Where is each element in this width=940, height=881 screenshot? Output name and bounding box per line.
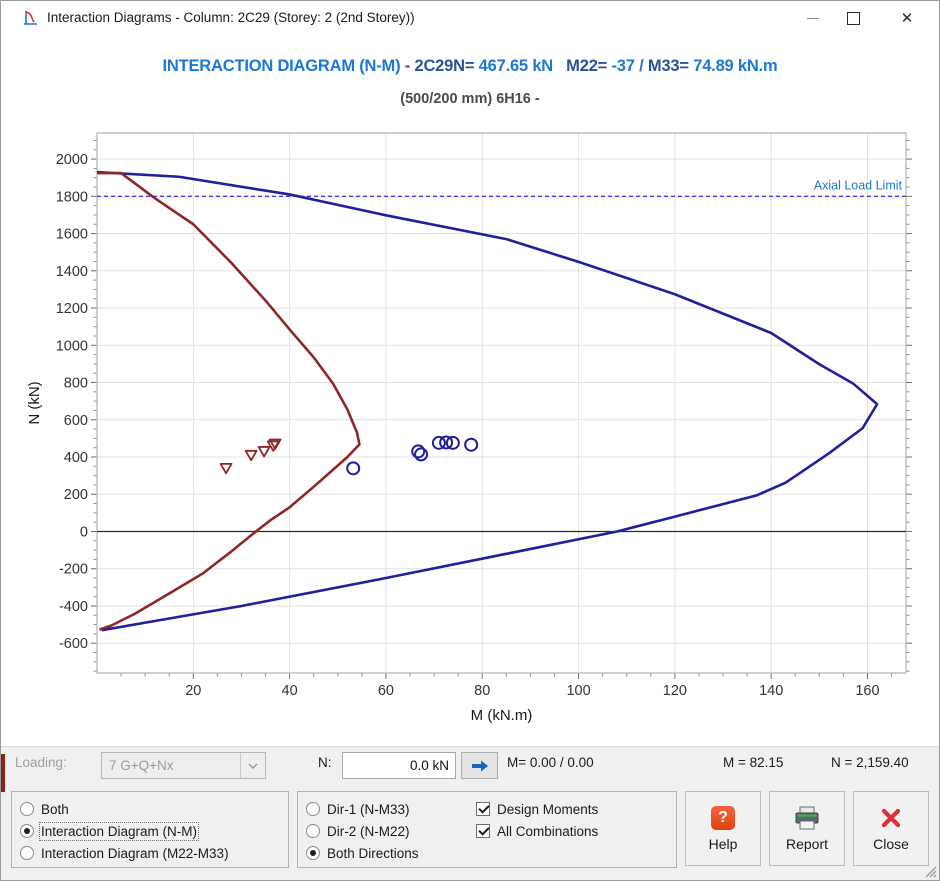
radio-both-directions[interactable]: Both Directions bbox=[306, 843, 419, 863]
radio-dir1[interactable]: Dir-1 (N-M33) bbox=[306, 799, 410, 819]
radio-interaction-m22-m33[interactable]: Interaction Diagram (M22-M33) bbox=[20, 843, 229, 863]
svg-text:20: 20 bbox=[185, 683, 201, 699]
svg-text:60: 60 bbox=[378, 683, 394, 699]
radio-icon bbox=[306, 802, 320, 816]
radio-icon bbox=[306, 846, 320, 860]
printer-icon bbox=[794, 806, 820, 830]
svg-text:40: 40 bbox=[282, 683, 298, 699]
svg-text:2000: 2000 bbox=[56, 152, 88, 168]
svg-text:160: 160 bbox=[855, 683, 879, 699]
radio-label: Interaction Diagram (N-M) bbox=[41, 824, 197, 839]
arrow-right-icon bbox=[471, 759, 489, 773]
radio-label: Interaction Diagram (M22-M33) bbox=[41, 846, 229, 861]
direction-group: Dir-1 (N-M33) Dir-2 (N-M22) Both Directi… bbox=[297, 791, 677, 868]
radio-icon bbox=[20, 846, 34, 860]
checkbox-label: Design Moments bbox=[497, 802, 598, 817]
checkbox-label: All Combinations bbox=[497, 824, 598, 839]
interaction-diagram-chart: 20 40 60 80 100 120 140 160 -600 -400 -200 0 200 400 6… bbox=[1, 1, 940, 746]
radio-label: Dir-1 (N-M33) bbox=[327, 802, 410, 817]
svg-text:80: 80 bbox=[474, 683, 490, 699]
svg-text:1800: 1800 bbox=[56, 189, 88, 205]
svg-text:-200: -200 bbox=[59, 562, 88, 578]
svg-text:Axial Load Limit: Axial Load Limit bbox=[814, 178, 903, 192]
radio-icon bbox=[306, 824, 320, 838]
combobox-dropdown-button[interactable] bbox=[240, 753, 265, 778]
help-icon: ? bbox=[711, 806, 735, 830]
report-button-label: Report bbox=[786, 836, 828, 852]
background-window-sliver bbox=[1, 754, 5, 792]
radio-label: Both Directions bbox=[327, 846, 419, 861]
resize-grip[interactable] bbox=[921, 862, 937, 878]
apply-n-button[interactable] bbox=[461, 752, 498, 779]
radio-dir2[interactable]: Dir-2 (N-M22) bbox=[306, 821, 410, 841]
svg-text:0: 0 bbox=[80, 524, 88, 540]
svg-text:1200: 1200 bbox=[56, 301, 88, 317]
svg-text:M (kN.m): M (kN.m) bbox=[471, 707, 533, 724]
n-label: N: bbox=[318, 755, 332, 770]
svg-text:1600: 1600 bbox=[56, 227, 88, 243]
n-input[interactable] bbox=[342, 752, 456, 779]
diagram-type-group: Both Interaction Diagram (N-M) Interacti… bbox=[11, 791, 289, 868]
close-x-icon bbox=[879, 806, 903, 830]
svg-text:600: 600 bbox=[64, 413, 88, 429]
moment-readout: M= 0.00 / 0.00 bbox=[507, 755, 594, 770]
m-result: M = 82.15 bbox=[723, 755, 783, 770]
svg-text:-600: -600 bbox=[59, 636, 88, 652]
radio-icon bbox=[20, 802, 34, 816]
controls-panel: Loading: 7 G+Q+Nx N: M= 0.00 / 0.00 M = … bbox=[1, 746, 939, 880]
n-result: N = 2,159.40 bbox=[831, 755, 909, 770]
svg-text:400: 400 bbox=[64, 450, 88, 466]
svg-text:120: 120 bbox=[663, 683, 687, 699]
help-button-label: Help bbox=[709, 836, 738, 852]
radio-label: Dir-2 (N-M22) bbox=[327, 824, 410, 839]
radio-interaction-n-m[interactable]: Interaction Diagram (N-M) bbox=[20, 821, 197, 841]
svg-text:-400: -400 bbox=[59, 599, 88, 615]
report-button[interactable]: Report bbox=[769, 791, 845, 866]
svg-text:1000: 1000 bbox=[56, 338, 88, 354]
radio-label: Both bbox=[41, 802, 69, 817]
svg-text:800: 800 bbox=[64, 376, 88, 392]
interaction-diagrams-dialog: Interaction Diagrams - Column: 2C29 (Sto… bbox=[0, 0, 940, 881]
svg-text:200: 200 bbox=[64, 487, 88, 503]
loading-combobox-value: 7 G+Q+Nx bbox=[102, 758, 240, 773]
chevron-down-icon bbox=[248, 763, 258, 769]
checkbox-design-moments[interactable]: Design Moments bbox=[476, 799, 598, 819]
help-button[interactable]: ? Help bbox=[685, 791, 761, 866]
loading-combobox[interactable]: 7 G+Q+Nx bbox=[101, 752, 266, 779]
svg-text:140: 140 bbox=[759, 683, 783, 699]
checkbox-all-combinations[interactable]: All Combinations bbox=[476, 821, 598, 841]
close-button[interactable]: Close bbox=[853, 791, 929, 866]
loading-label: Loading: bbox=[15, 755, 67, 770]
checkbox-icon bbox=[476, 802, 490, 816]
close-button-label: Close bbox=[873, 836, 909, 852]
checkbox-icon bbox=[476, 824, 490, 838]
svg-text:1400: 1400 bbox=[56, 264, 88, 280]
radio-both[interactable]: Both bbox=[20, 799, 69, 819]
svg-text:N (kN): N (kN) bbox=[26, 381, 43, 424]
radio-icon bbox=[20, 824, 34, 838]
svg-text:100: 100 bbox=[566, 683, 590, 699]
